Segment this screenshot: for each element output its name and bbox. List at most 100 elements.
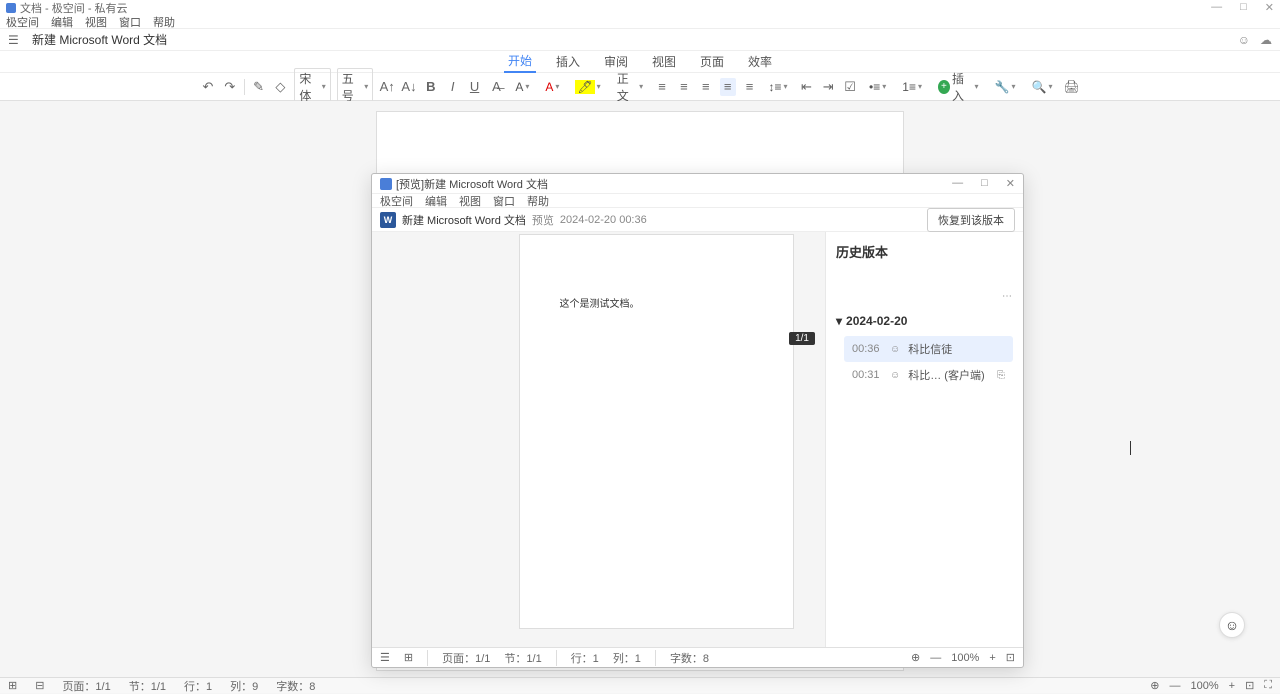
preview-language-icon[interactable]: ⊕ bbox=[911, 651, 920, 664]
language-icon[interactable]: ⊕ bbox=[1150, 679, 1159, 692]
ribbon-tab-efficiency[interactable]: 效率 bbox=[744, 51, 776, 72]
maximize-button[interactable]: □ bbox=[1240, 1, 1247, 14]
preview-menubar: 极空间 编辑 视图 窗口 帮助 bbox=[372, 194, 1023, 208]
preview-menu-workspace[interactable]: 极空间 bbox=[380, 193, 413, 209]
preview-menu-view[interactable]: 视图 bbox=[459, 193, 481, 209]
strikethrough-button[interactable]: A̶ bbox=[489, 78, 505, 96]
decrease-font-icon[interactable]: A↓ bbox=[401, 78, 417, 96]
preview-doc-name: 新建 Microsoft Word 文档 bbox=[402, 212, 526, 228]
separator bbox=[244, 79, 245, 95]
copy-icon[interactable]: ⎘ bbox=[997, 370, 1005, 381]
checklist-button[interactable]: ☑ bbox=[842, 78, 858, 96]
cloud-icon[interactable]: ☁ bbox=[1260, 33, 1272, 47]
insert-selector[interactable]: +插入▾ bbox=[933, 68, 984, 106]
preview-menu-edit[interactable]: 编辑 bbox=[425, 193, 447, 209]
preview-status-col: 列：1 bbox=[613, 650, 641, 666]
align-left-button[interactable]: ≡ bbox=[654, 78, 670, 96]
preview-zoom-out[interactable]: — bbox=[930, 652, 941, 664]
toolbar: ↶ ↷ ✎ ◇ 宋体▾ 五号▾ A↑ A↓ B I U A̶ A▾ A▾ 🖊▾ … bbox=[0, 73, 1280, 101]
restore-version-button[interactable]: 恢复到该版本 bbox=[927, 208, 1015, 232]
tab-bar: ☰ 新建 Microsoft Word 文档 ☺ ☁ bbox=[0, 29, 1280, 51]
line-spacing-selector[interactable]: ↕≡▾ bbox=[763, 78, 792, 96]
user-avatar-icon: ☺ bbox=[890, 370, 900, 381]
bullet-list-selector[interactable]: •≡▾ bbox=[864, 78, 891, 96]
collapse-icon: ▾ bbox=[836, 314, 842, 328]
print-button[interactable]: 🖨 bbox=[1063, 78, 1080, 96]
menu-view[interactable]: 视图 bbox=[85, 14, 107, 30]
app-icon bbox=[6, 3, 16, 13]
hamburger-icon[interactable]: ☰ bbox=[8, 33, 22, 47]
close-button[interactable]: ✕ bbox=[1265, 1, 1274, 14]
outline-icon[interactable]: ⊞ bbox=[8, 679, 17, 692]
main-titlebar: 文档 - 极空间 - 私有云 — □ ✕ bbox=[0, 0, 1280, 15]
menu-workspace[interactable]: 极空间 bbox=[6, 14, 39, 30]
status-section: 节：1/1 bbox=[129, 678, 166, 694]
ribbon-tab-page[interactable]: 页面 bbox=[696, 51, 728, 72]
status-line: 行：1 bbox=[184, 678, 212, 694]
menu-edit[interactable]: 编辑 bbox=[51, 14, 73, 30]
bold-button[interactable]: B bbox=[423, 78, 439, 96]
preview-window: [预览]新建 Microsoft Word 文档 — □ ✕ 极空间 编辑 视图… bbox=[371, 173, 1024, 668]
main-statusbar: ⊞ ⊟ 页面：1/1 节：1/1 行：1 列：9 字数：8 ⊕ — 100% +… bbox=[0, 677, 1280, 693]
text-cursor bbox=[1130, 441, 1131, 455]
increase-font-icon[interactable]: A↑ bbox=[379, 78, 395, 96]
align-justify-button[interactable]: ≡ bbox=[720, 78, 736, 96]
font-selector[interactable]: 宋体▾ bbox=[294, 68, 330, 106]
fit-page-button[interactable]: ⊡ bbox=[1245, 679, 1254, 692]
preview-maximize-button[interactable]: □ bbox=[981, 177, 988, 190]
distributed-button[interactable]: ≡ bbox=[742, 78, 758, 96]
menu-window[interactable]: 窗口 bbox=[119, 14, 141, 30]
font-size-selector[interactable]: 五号▾ bbox=[337, 68, 373, 106]
assistant-button[interactable]: ☺ bbox=[1219, 612, 1245, 638]
ruler-icon[interactable]: ⊟ bbox=[35, 679, 44, 692]
clear-format-icon[interactable]: ◇ bbox=[272, 78, 288, 96]
menu-help[interactable]: 帮助 bbox=[153, 14, 175, 30]
history-user: 科比… (客户端) bbox=[908, 367, 984, 383]
preview-zoom-level: 100% bbox=[951, 652, 979, 664]
number-list-selector[interactable]: 1≡▾ bbox=[897, 78, 927, 96]
preview-timestamp: 2024-02-20 00:36 bbox=[560, 214, 647, 226]
history-item[interactable]: 00:36 ☺ 科比信徒 bbox=[844, 336, 1013, 362]
history-date-group[interactable]: ▾ 2024-02-20 bbox=[836, 314, 1013, 328]
word-icon: W bbox=[380, 212, 396, 228]
preview-status-page: 页面：1/1 bbox=[442, 650, 490, 666]
preview-zoom-in[interactable]: + bbox=[989, 652, 995, 664]
preview-menu-window[interactable]: 窗口 bbox=[493, 193, 515, 209]
minimize-button[interactable]: — bbox=[1211, 1, 1222, 14]
ribbon-tab-insert[interactable]: 插入 bbox=[552, 51, 584, 72]
font-effect-selector[interactable]: A▾ bbox=[510, 78, 534, 96]
history-item[interactable]: 00:31 ☺ 科比… (客户端) ⎘ bbox=[844, 362, 1013, 388]
tool-selector[interactable]: 🔧▾ bbox=[990, 78, 1021, 96]
preview-minimize-button[interactable]: — bbox=[952, 177, 963, 190]
undo-button[interactable]: ↶ bbox=[200, 78, 216, 96]
preview-fit-page[interactable]: ⊡ bbox=[1006, 651, 1015, 664]
user-avatar-icon: ☺ bbox=[890, 344, 900, 355]
ribbon-tab-start[interactable]: 开始 bbox=[504, 50, 536, 73]
history-time: 00:36 bbox=[852, 343, 882, 355]
document-tab[interactable]: 新建 Microsoft Word 文档 bbox=[32, 31, 167, 48]
preview-grid-icon[interactable]: ⊞ bbox=[404, 651, 413, 664]
preview-menu-help[interactable]: 帮助 bbox=[527, 193, 549, 209]
underline-button[interactable]: U bbox=[467, 78, 483, 96]
style-selector[interactable]: 正文▾ bbox=[612, 68, 648, 106]
history-more-button[interactable]: ⋯ bbox=[836, 291, 1013, 302]
align-right-button[interactable]: ≡ bbox=[698, 78, 714, 96]
zoom-in-button[interactable]: + bbox=[1229, 680, 1235, 692]
redo-button[interactable]: ↷ bbox=[222, 78, 238, 96]
search-selector[interactable]: 🔍▾ bbox=[1027, 78, 1058, 96]
fullscreen-button[interactable]: ⛶ bbox=[1264, 679, 1272, 692]
preview-window-title: [预览]新建 Microsoft Word 文档 bbox=[396, 176, 548, 192]
increase-indent-button[interactable]: ⇥ bbox=[820, 78, 836, 96]
font-color-selector[interactable]: A▾ bbox=[540, 78, 564, 96]
align-center-button[interactable]: ≡ bbox=[676, 78, 692, 96]
zoom-out-button[interactable]: — bbox=[1170, 680, 1181, 692]
ribbon-tab-view[interactable]: 视图 bbox=[648, 51, 680, 72]
preview-close-button[interactable]: ✕ bbox=[1006, 177, 1015, 190]
preview-outline-icon[interactable]: ☰ bbox=[380, 651, 390, 664]
italic-button[interactable]: I bbox=[445, 78, 461, 96]
highlight-selector[interactable]: 🖊▾ bbox=[570, 78, 605, 96]
user-icon[interactable]: ☺ bbox=[1238, 33, 1250, 47]
decrease-indent-button[interactable]: ⇤ bbox=[798, 78, 814, 96]
format-painter-icon[interactable]: ✎ bbox=[251, 78, 267, 96]
preview-titlebar: [预览]新建 Microsoft Word 文档 — □ ✕ bbox=[372, 174, 1023, 194]
